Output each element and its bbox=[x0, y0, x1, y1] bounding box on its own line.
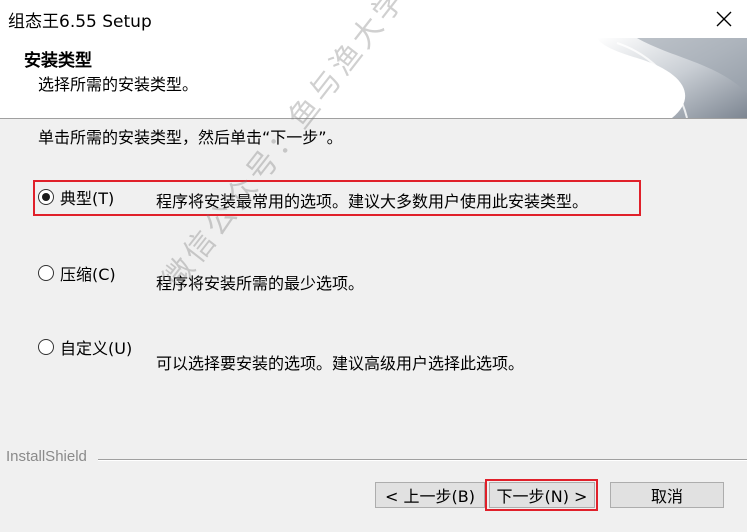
dialog-header: 安装类型 选择所需的安装类型。 bbox=[0, 38, 747, 119]
cancel-button[interactable]: 取消 bbox=[610, 482, 724, 508]
option-custom-description: 可以选择要安装的选项。建议高级用户选择此选项。 bbox=[156, 354, 525, 373]
option-custom-label[interactable]: 自定义(U) bbox=[60, 335, 132, 359]
instruction-text: 单击所需的安装类型，然后单击“下一步”。 bbox=[38, 128, 343, 147]
radio-custom[interactable] bbox=[38, 339, 54, 355]
back-button[interactable]: < 上一步(B) bbox=[375, 482, 485, 508]
option-custom[interactable]: 自定义(U) bbox=[38, 335, 132, 359]
option-compact-label[interactable]: 压缩(C) bbox=[60, 261, 116, 285]
highlight-box-next bbox=[485, 479, 598, 511]
option-compact-description: 程序将安装所需的最少选项。 bbox=[156, 274, 365, 293]
radio-compact[interactable] bbox=[38, 265, 54, 281]
close-icon bbox=[716, 11, 732, 27]
option-compact[interactable]: 压缩(C) bbox=[38, 261, 116, 285]
close-button[interactable] bbox=[701, 0, 747, 38]
header-title: 安装类型 bbox=[24, 51, 92, 71]
installshield-brand: InstallShield bbox=[6, 448, 87, 465]
highlight-box-typical bbox=[33, 180, 641, 216]
header-subtitle: 选择所需的安装类型。 bbox=[38, 75, 199, 94]
title-bar: 组态王6.55 Setup bbox=[0, 0, 747, 38]
header-decorative-image bbox=[597, 38, 747, 118]
window-title: 组态王6.55 Setup bbox=[8, 12, 152, 32]
footer-divider bbox=[98, 459, 747, 461]
